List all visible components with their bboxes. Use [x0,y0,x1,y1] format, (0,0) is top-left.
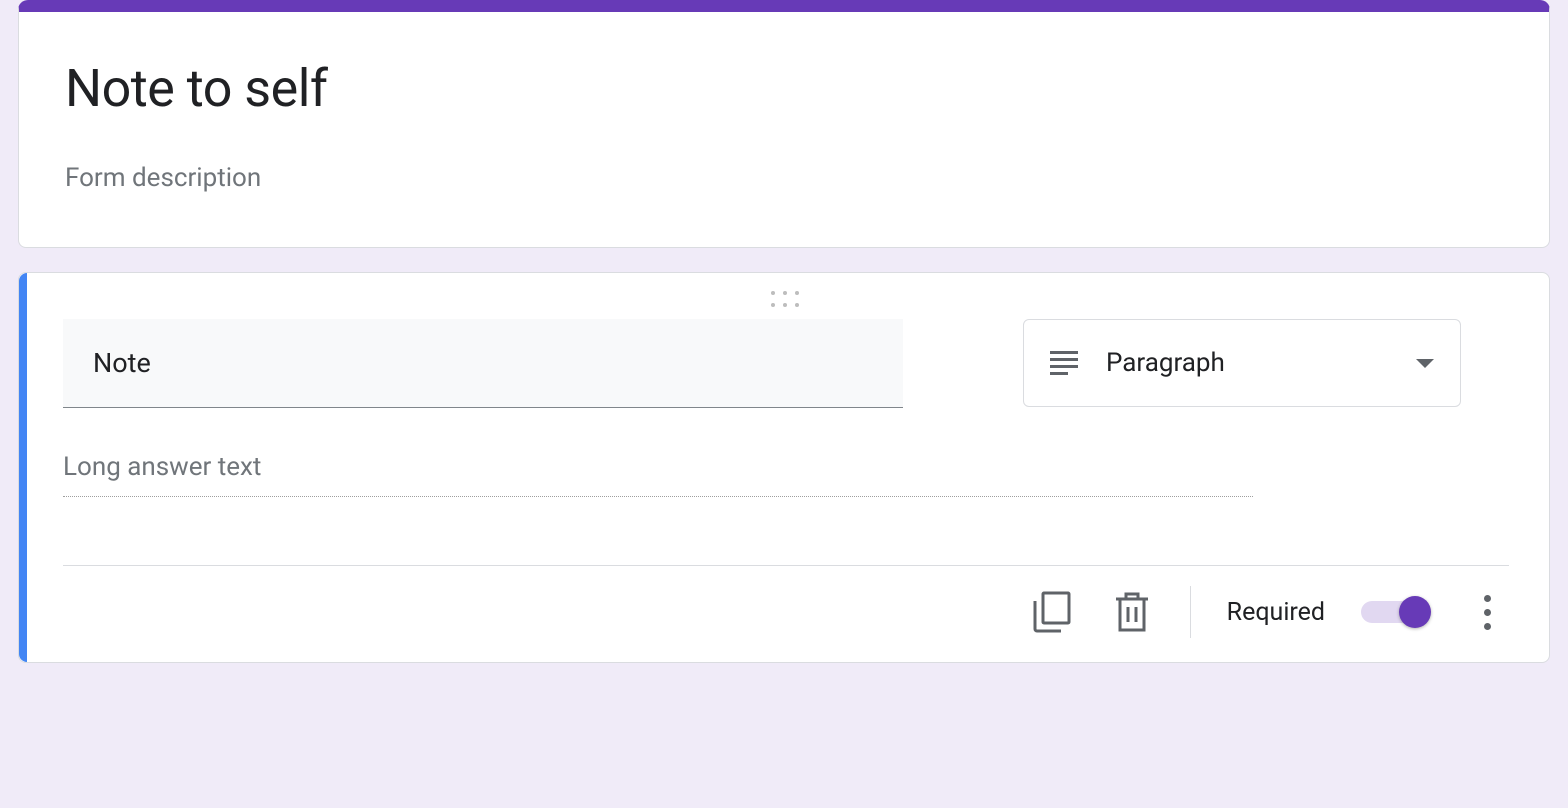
more-options-button[interactable] [1465,590,1509,634]
required-toggle[interactable] [1361,601,1429,623]
toggle-knob [1399,596,1431,628]
paragraph-icon [1050,351,1078,375]
drag-icon [771,291,801,309]
question-type-dropdown[interactable]: Paragraph [1023,319,1461,407]
duplicate-button[interactable] [1030,590,1074,634]
form-header-card: Note to self Form description [18,0,1550,248]
question-top-row: Paragraph [63,319,1509,408]
copy-icon [1033,591,1071,633]
required-label: Required [1227,598,1325,627]
more-vertical-icon [1484,595,1491,630]
question-body: Paragraph Long answer text [27,273,1549,662]
active-card-accent [19,273,27,662]
form-description-placeholder[interactable]: Form description [65,163,1503,193]
trash-icon [1114,591,1150,633]
footer-divider [1190,586,1191,638]
drag-handle[interactable] [63,289,1509,319]
question-type-label: Paragraph [1106,348,1388,378]
answer-preview: Long answer text [63,452,1253,497]
question-title-input[interactable] [63,319,903,408]
question-card: Paragraph Long answer text [18,272,1550,663]
form-title[interactable]: Note to self [65,58,1503,119]
delete-button[interactable] [1110,590,1154,634]
chevron-down-icon [1416,359,1434,368]
question-footer: Required [63,565,1509,638]
